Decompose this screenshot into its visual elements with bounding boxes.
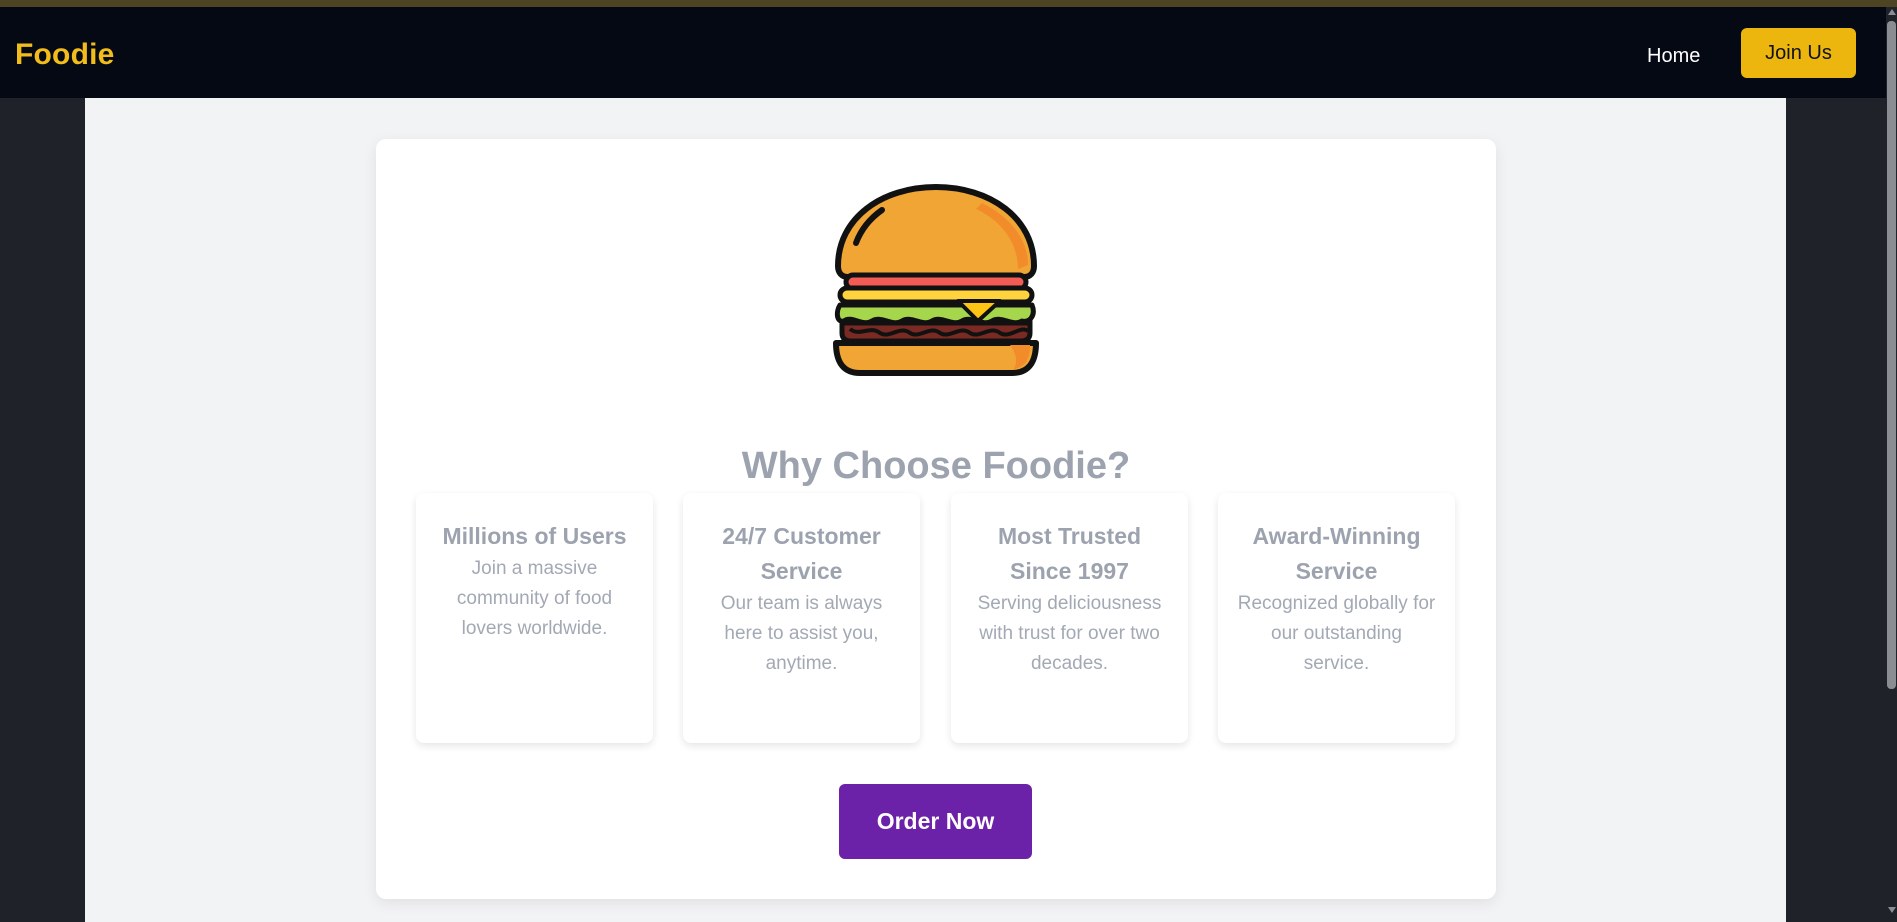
page-scrollbar[interactable]	[1886, 7, 1897, 922]
feature-title: Millions of Users	[442, 523, 627, 549]
section-headline: Why Choose Foodie?	[741, 444, 1131, 487]
feature-description: Our team is always here to assist you, a…	[720, 593, 883, 674]
feature-card-users: Millions of Users Join a massive communi…	[416, 493, 653, 743]
feature-card-trusted: Most Trusted Since 1997 Serving deliciou…	[951, 493, 1188, 743]
why-choose-card: Why Choose Foodie? Millions of Users Joi…	[376, 139, 1496, 899]
feature-card-award: Award-Winning Service Recognized globall…	[1218, 493, 1455, 743]
browser-top-strip	[0, 0, 1897, 7]
feature-card-support: 24/7 Customer Service Our team is always…	[683, 493, 920, 743]
scroll-up-arrow-icon[interactable]	[1888, 9, 1896, 15]
feature-title: Award-Winning Service	[1252, 523, 1421, 584]
join-us-button[interactable]: Join Us	[1741, 28, 1856, 78]
navbar: Foodie Home Join Us	[0, 7, 1886, 98]
scrollbar-thumb[interactable]	[1887, 21, 1896, 689]
scroll-down-arrow-icon[interactable]	[1888, 907, 1896, 913]
feature-title: Most Trusted Since 1997	[997, 523, 1142, 584]
brand-logo[interactable]: Foodie	[15, 38, 115, 72]
feature-description: Join a massive community of food lovers …	[456, 558, 613, 639]
feature-description: Recognized globally for our outstanding …	[1237, 593, 1436, 674]
nav-link-home[interactable]: Home	[1647, 44, 1700, 68]
feature-title: 24/7 Customer Service	[722, 523, 881, 584]
feature-description: Serving deliciousness with trust for ove…	[977, 593, 1162, 674]
order-now-button[interactable]: Order Now	[839, 784, 1032, 859]
burger-icon	[833, 184, 1039, 376]
